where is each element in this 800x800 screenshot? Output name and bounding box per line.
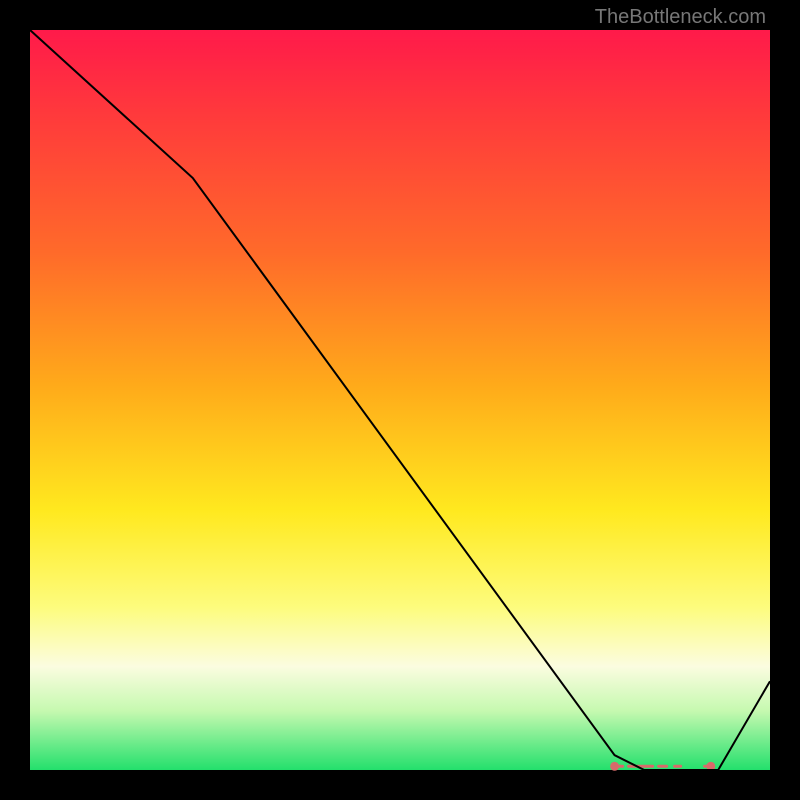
line-series [30,30,770,770]
chart-container: TheBottleneck.com [0,0,800,800]
curve-path [30,30,770,770]
chart-svg [30,30,770,770]
watermark-text: TheBottleneck.com [595,6,766,29]
marker-endpoint [610,762,619,771]
